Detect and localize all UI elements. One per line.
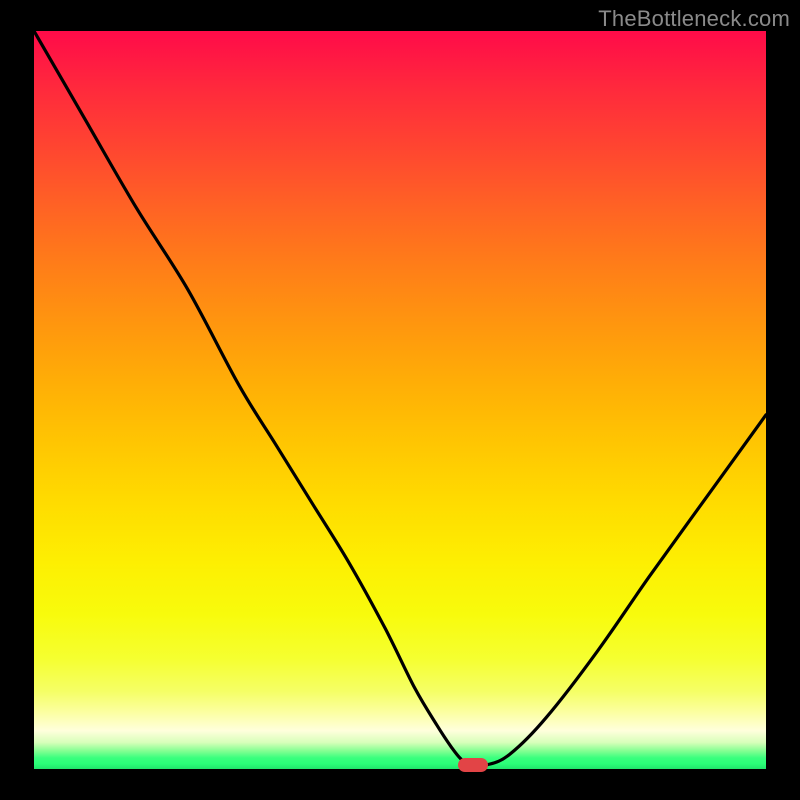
optimal-point-indicator [458, 758, 488, 772]
plot-area [34, 31, 766, 769]
watermark-text: TheBottleneck.com [598, 6, 790, 32]
bottleneck-curve [34, 31, 766, 769]
chart-container: TheBottleneck.com [0, 0, 800, 800]
